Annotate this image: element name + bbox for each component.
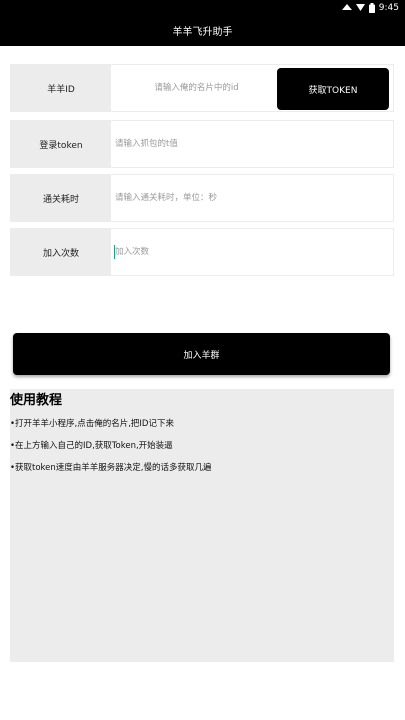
status-bar: 9:45 xyxy=(0,0,405,15)
list-item: •打开羊羊小程序,点击俺的名片,把ID记下来 xyxy=(10,419,174,429)
status-time: 9:45 xyxy=(378,2,399,13)
sheep-id-input[interactable] xyxy=(113,65,278,111)
wifi-icon xyxy=(355,3,365,12)
app-title: 羊羊飞升助手 xyxy=(172,27,233,38)
clear-time-input[interactable] xyxy=(113,175,393,221)
join-count-label: 加入次数 xyxy=(11,229,111,275)
tutorial-list: •打开羊羊小程序,点击俺的名片,把ID记下来 •在上方输入自己的ID,获取Tok… xyxy=(10,418,394,484)
sheep-id-label: 羊羊ID xyxy=(11,65,111,111)
clear-time-label: 通关耗时 xyxy=(11,175,111,221)
tutorial-title: 使用教程 xyxy=(10,393,63,408)
sheep-id-row: 羊羊ID 获取TOKEN xyxy=(10,64,394,112)
join-count-input[interactable] xyxy=(113,229,393,275)
login-token-input[interactable] xyxy=(113,121,393,167)
join-flock-button[interactable]: 加入羊群 xyxy=(13,333,390,375)
login-token-row: 登录token xyxy=(10,120,394,168)
signal-icon xyxy=(341,3,352,12)
clear-time-row: 通关耗时 xyxy=(10,174,394,222)
battery-icon xyxy=(368,2,375,13)
list-item: •获取token速度由羊羊服务器决定,慢的话多获取几遍 xyxy=(10,463,212,473)
tutorial-panel: 使用教程 •打开羊羊小程序,点击俺的名片,把ID记下来 •在上方输入自己的ID,… xyxy=(10,389,394,662)
join-count-row: 加入次数 xyxy=(10,228,394,276)
get-token-button[interactable]: 获取TOKEN xyxy=(277,68,389,110)
list-item: •在上方输入自己的ID,获取Token,开始装逼 xyxy=(10,441,173,451)
app-bar: 羊羊飞升助手 xyxy=(0,15,405,46)
login-token-label: 登录token xyxy=(11,121,111,167)
text-cursor xyxy=(114,245,115,259)
